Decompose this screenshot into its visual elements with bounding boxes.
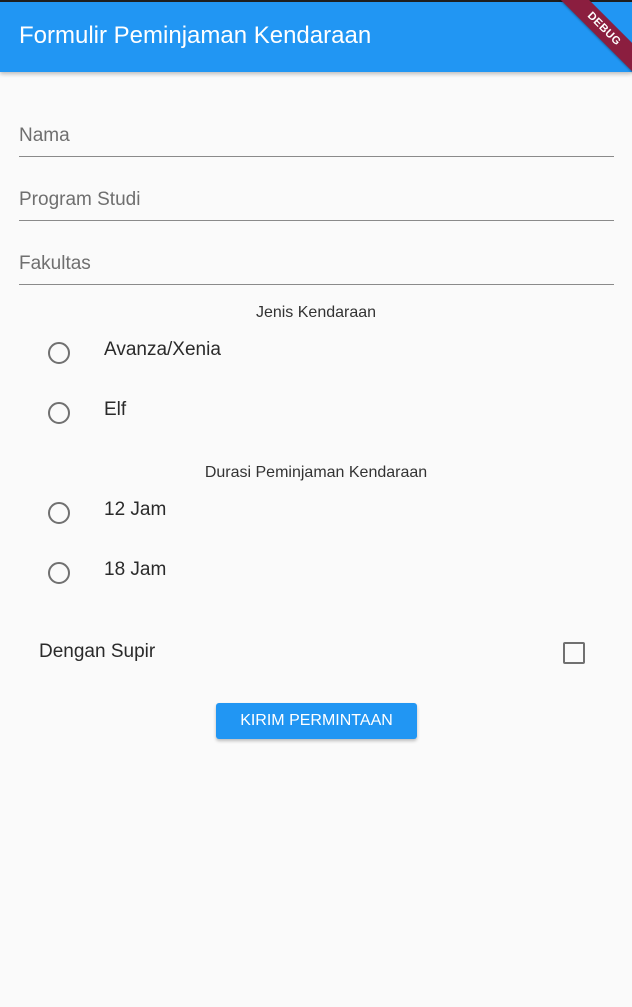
vehicle-type-heading: Jenis Kendaraan — [255, 304, 377, 321]
study-program-field[interactable] — [19, 168, 614, 221]
radio-unselected-icon[interactable] — [48, 402, 70, 424]
radio-label: Elf — [104, 399, 127, 420]
radio-unselected-icon[interactable] — [48, 562, 70, 584]
driver-label: Dengan Supir — [39, 641, 156, 662]
checkbox-unchecked-icon[interactable] — [563, 642, 585, 664]
name-field[interactable] — [19, 104, 614, 157]
radio-option-12-jam[interactable]: 12 Jam — [0, 485, 632, 541]
name-input[interactable] — [19, 116, 614, 156]
app-title: Formulir Peminjaman Kendaraan — [19, 22, 372, 49]
radio-label: Avanza/Xenia — [104, 339, 221, 360]
app-screen: Formulir Peminjaman Kendaraan DEBUG Jeni… — [0, 0, 632, 1007]
radio-option-18-jam[interactable]: 18 Jam — [0, 545, 632, 601]
radio-label: 12 Jam — [104, 499, 167, 520]
driver-checkbox-row[interactable]: Dengan Supir — [0, 626, 632, 682]
radio-option-avanza-xenia[interactable]: Avanza/Xenia — [0, 325, 632, 381]
study-program-input[interactable] — [19, 180, 614, 220]
faculty-input[interactable] — [19, 244, 614, 284]
duration-heading: Durasi Peminjaman Kendaraan — [204, 464, 428, 481]
radio-unselected-icon[interactable] — [48, 342, 70, 364]
submit-request-button[interactable]: KIRIM PERMINTAAN — [216, 703, 417, 739]
radio-unselected-icon[interactable] — [48, 502, 70, 524]
radio-option-elf[interactable]: Elf — [0, 385, 632, 441]
app-bar: Formulir Peminjaman Kendaraan — [0, 0, 632, 72]
faculty-field[interactable] — [19, 232, 614, 285]
radio-label: 18 Jam — [104, 559, 167, 580]
